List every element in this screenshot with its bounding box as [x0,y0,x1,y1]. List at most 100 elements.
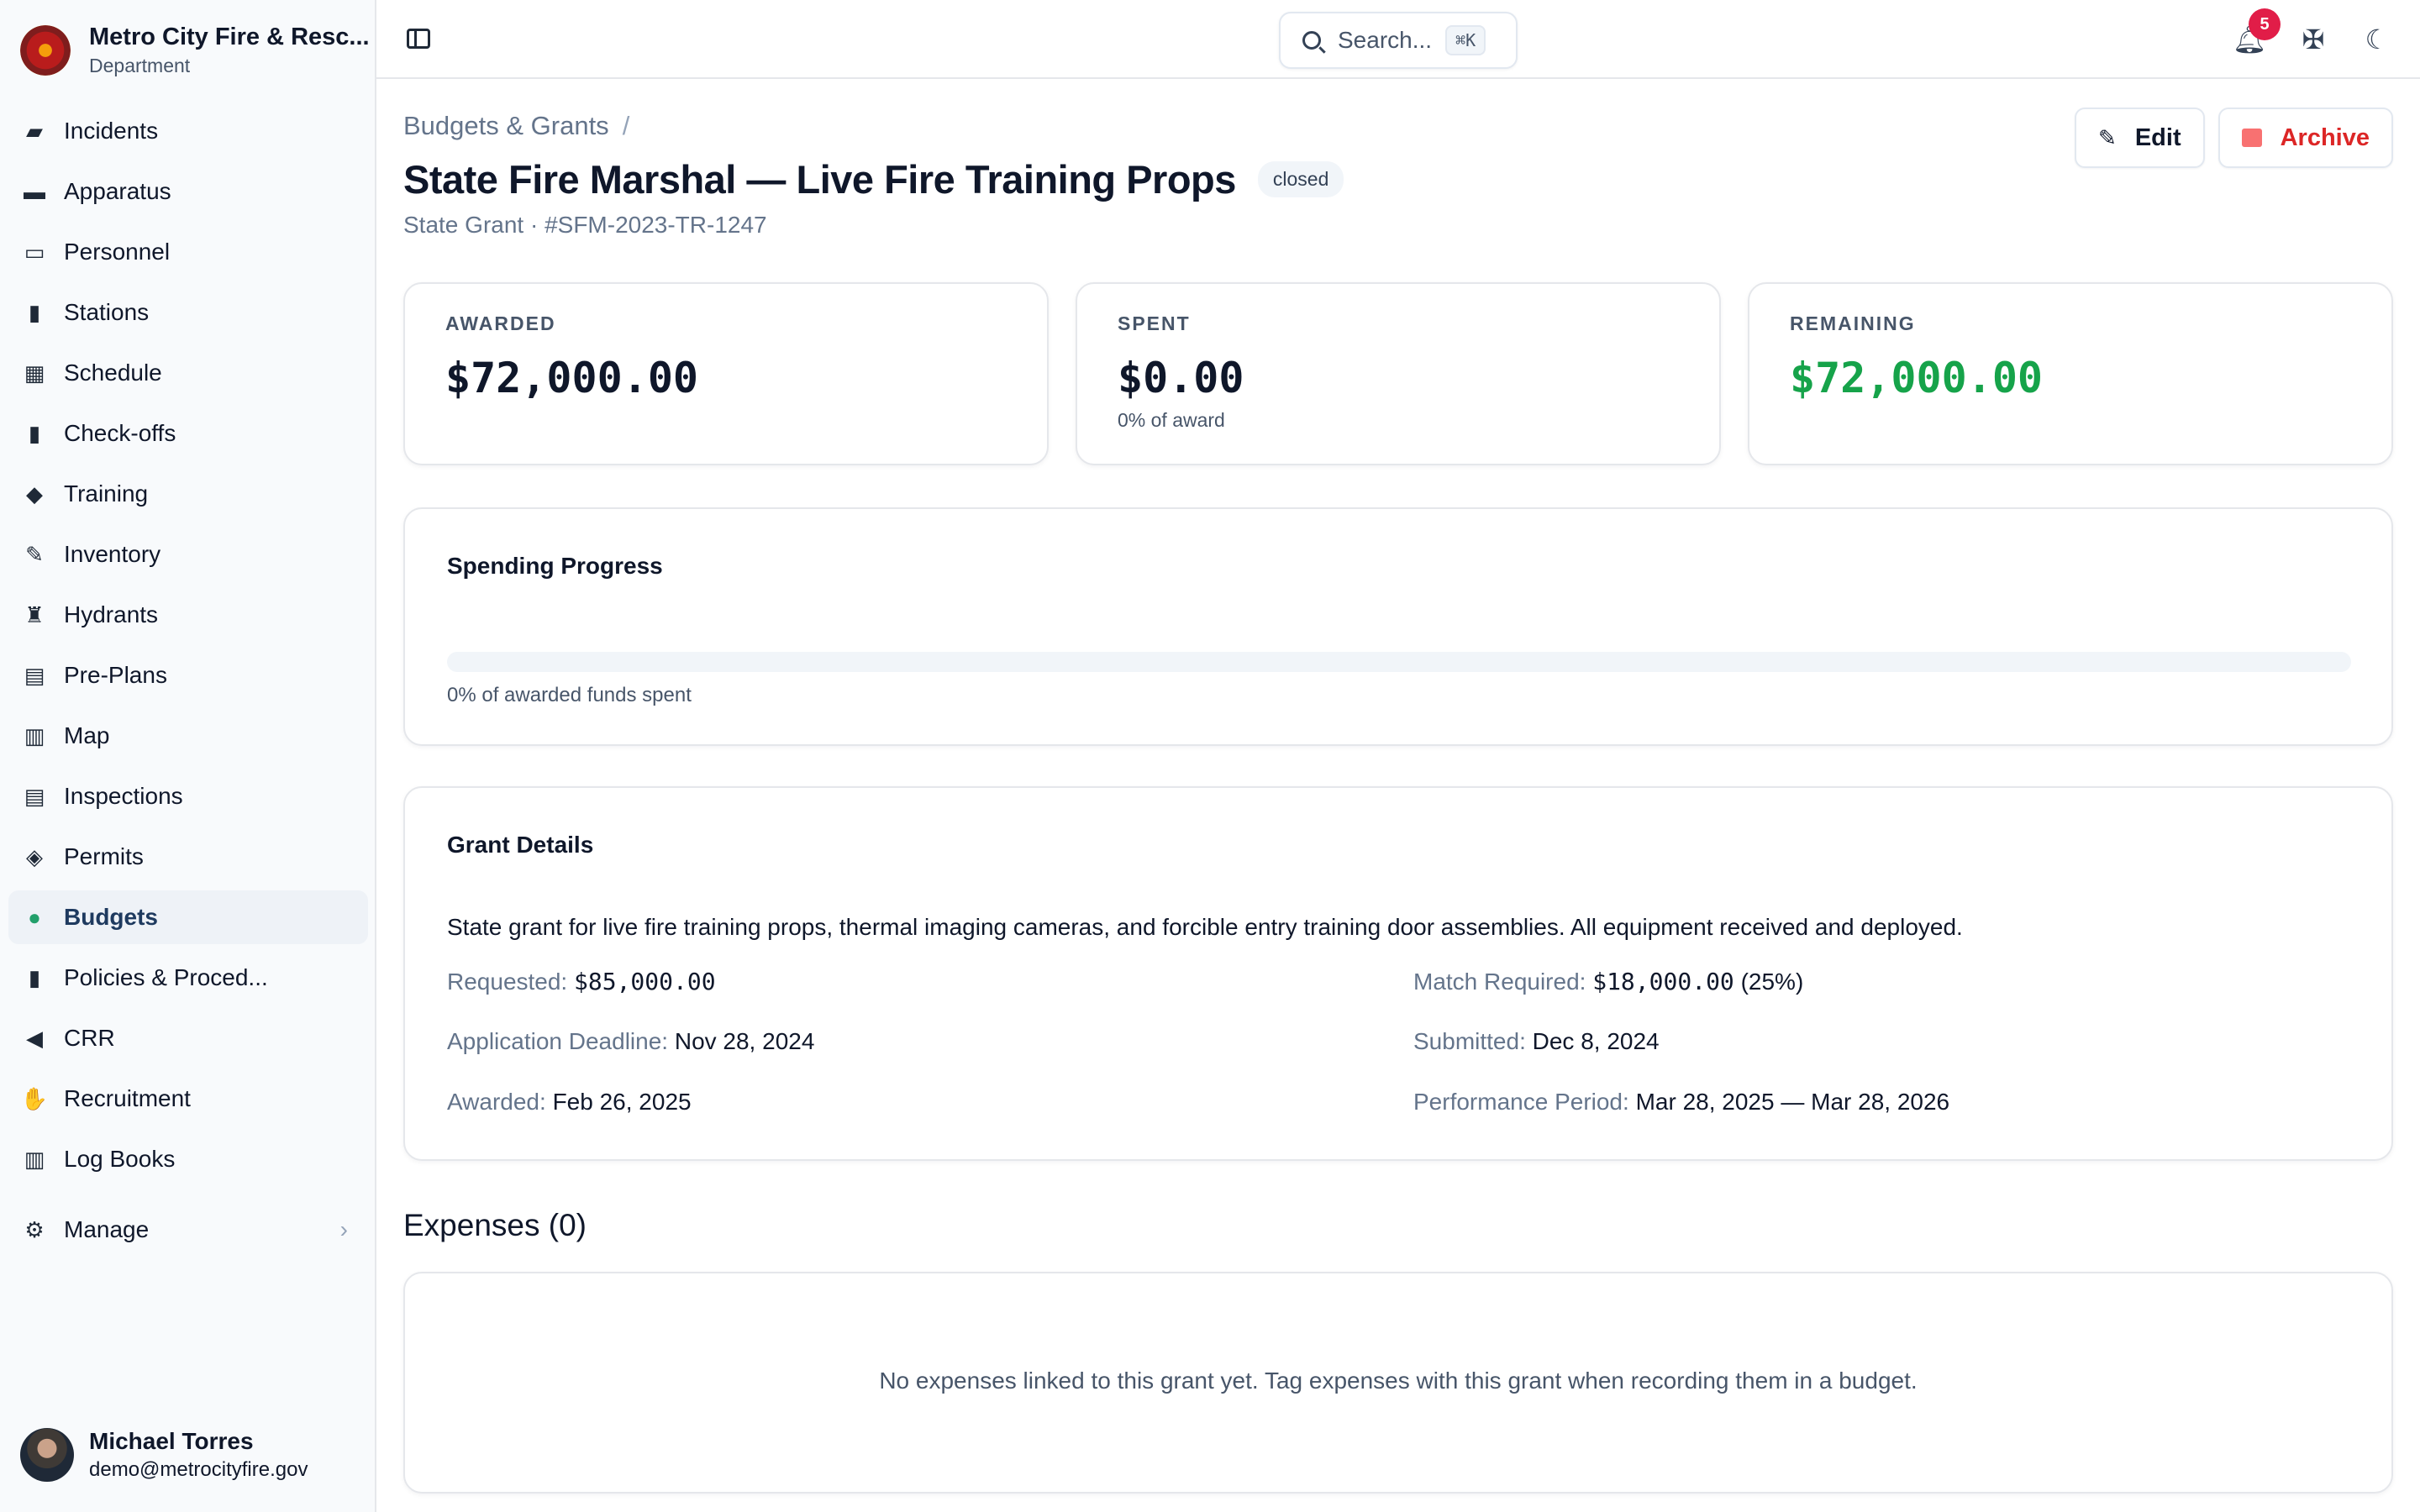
wrench-icon: ✎ [25,541,44,567]
requested-label: Requested: [447,969,568,995]
status-badge: closed [1257,161,1344,197]
sidebar-item-apparatus[interactable]: ▬ Apparatus [8,165,368,218]
sidebar-item-hydrants[interactable]: ♜ Hydrants [8,588,368,642]
submitted-label: Submitted: [1413,1028,1526,1054]
user-email: demo@metrocityfire.gov [89,1458,308,1481]
incidents-icon: ▰ [26,118,43,144]
building-shield-icon: ▤ [24,662,45,688]
grant-details-title: Grant Details [447,832,594,858]
org-brand[interactable]: Metro City Fire & Resc... Department [20,24,370,77]
sidebar-toggle-icon[interactable] [407,29,430,49]
awarded-date-field: Awarded: Feb 26, 2025 [447,1089,692,1116]
sidebar-item-map[interactable]: ▥ Map [8,709,368,763]
moon-icon: ☾ [2365,24,2390,55]
deadline-value: Nov 28, 2024 [674,1028,815,1054]
expenses-card: No expenses linked to this grant yet. Ta… [403,1272,2393,1494]
sidebar-item-label: Hydrants [64,601,159,627]
archive-button[interactable]: Archive [2217,108,2393,168]
megaphone-icon: ◀ [26,1025,43,1051]
sidebar-item-pre-plans[interactable]: ▤ Pre-Plans [8,648,368,702]
awarded-date-value: Feb 26, 2025 [552,1089,692,1115]
sidebar-item-training[interactable]: ◆ Training [8,467,368,521]
sidebar-item-check-offs[interactable]: ▮ Check-offs [8,407,368,460]
sidebar-item-stations[interactable]: ▮ Stations [8,286,368,339]
sidebar-item-label: Check-offs [64,420,176,446]
sidebar-item-label: Map [64,722,110,748]
breadcrumb-separator: / [622,111,630,140]
department-switch-button[interactable]: ✠ [2294,20,2333,59]
expenses-title: Expenses (0) [403,1208,587,1242]
org-subtitle: Department [89,55,191,76]
sidebar-item-label: Policies & Proced... [64,964,268,990]
hydrant-icon: ♜ [24,601,45,627]
org-name: Metro City Fire & Resc... [89,24,370,50]
grant-subtitle: State Grant · #SFM-2023-TR-1247 [403,212,767,238]
edit-icon: ✎ [2098,124,2117,150]
search-icon [1302,31,1321,50]
sidebar-item-inventory[interactable]: ✎ Inventory [8,528,368,581]
requested-value: $85,000.00 [574,968,716,995]
spent-card: SPENT $0.00 0% of award [1076,282,1721,465]
spent-percent: 0% of award [1118,409,1225,431]
awarded-value: $72,000.00 [445,354,699,402]
notification-count-badge: 5 [2249,8,2281,40]
breadcrumb-budgets-link[interactable]: Budgets & Grants [403,111,609,140]
sidebar-nav: ▰ Incidents ▬ Apparatus ▭ Personnel ▮ Statio… [8,104,368,1193]
top-bar: Search... ⌘K 🔔︎ 5 ✠ ☾ [376,0,2420,79]
sidebar-item-log-books[interactable]: ▥ Log Books [8,1132,368,1186]
clipboard-icon: ▤ [24,783,45,809]
search-button[interactable]: Search... ⌘K [1279,12,1518,69]
sidebar-item-permits[interactable]: ◈ Permits [8,830,368,884]
sidebar-item-incidents[interactable]: ▰ Incidents [8,104,368,158]
gear-icon: ⚙ [24,1216,45,1242]
sidebar-item-policies[interactable]: ▮ Policies & Proced... [8,951,368,1005]
sidebar-item-crr[interactable]: ◀ CRR [8,1011,368,1065]
sidebar-item-inspections[interactable]: ▤ Inspections [8,769,368,823]
performance-period-value: Mar 28, 2025 — Mar 28, 2026 [1635,1089,1950,1115]
awarded-label: AWARDED [445,312,556,334]
sidebar-item-manage[interactable]: ⚙ Manage › [8,1203,368,1257]
clipboard-check-icon: ▮ [28,420,41,446]
edit-button[interactable]: ✎ Edit [2075,108,2205,168]
page-title: State Fire Marshal — Live Fire Training … [403,157,1236,202]
sidebar-item-label: Schedule [64,360,162,386]
sidebar-item-recruitment[interactable]: ✋ Recruitment [8,1072,368,1126]
sidebar-item-label: Manage [64,1216,150,1242]
sidebar-item-label: Apparatus [64,178,171,204]
sidebar-item-label: Permits [64,843,144,869]
sidebar-item-personnel[interactable]: ▭ Personnel [8,225,368,279]
notifications-button[interactable]: 🔔︎ 5 [2230,8,2281,59]
spending-progress-bar [447,652,2351,672]
archive-button-label: Archive [2280,123,2370,151]
theme-toggle-button[interactable]: ☾ [2358,20,2396,59]
sidebar-item-budgets[interactable]: ● Budgets [8,890,368,944]
grant-description: State grant for live fire training props… [447,914,1963,940]
remaining-value: $72,000.00 [1790,354,2044,402]
performance-period-field: Performance Period: Mar 28, 2025 — Mar 2… [1413,1089,1949,1116]
remaining-card: REMAINING $72,000.00 [1748,282,2393,465]
expenses-empty-message: No expenses linked to this grant yet. Ta… [879,1368,1918,1394]
id-card-icon: ▭ [24,239,45,265]
deadline-label: Application Deadline: [447,1028,669,1054]
permit-icon: ◈ [26,843,43,869]
spending-progress-caption: 0% of awarded funds spent [447,684,692,706]
book-icon: ▮ [28,964,41,990]
spent-label: SPENT [1118,312,1191,334]
sidebar-item-label: Inventory [64,541,161,567]
submitted-field: Submitted: Dec 8, 2024 [1413,1028,1660,1055]
calendar-icon: ▦ [24,360,45,386]
sidebar-item-label: Stations [64,299,150,325]
avatar [20,1428,74,1482]
user-profile[interactable]: Michael Torres demo@metrocityfire.gov [20,1428,308,1482]
books-icon: ▥ [24,1146,45,1172]
sidebar-item-schedule[interactable]: ▦ Schedule [8,346,368,400]
spending-progress-title: Spending Progress [447,553,663,579]
sidebar-item-label: Inspections [64,783,183,809]
archive-icon [2241,129,2262,147]
match-value: $18,000.00 [1592,968,1734,995]
sidebar-item-label: Personnel [64,239,171,265]
search-shortcut: ⌘K [1445,25,1486,55]
badge-icon: ✠ [2302,24,2325,55]
edit-button-label: Edit [2134,123,2181,151]
sidebar-item-label: Budgets [64,904,158,930]
